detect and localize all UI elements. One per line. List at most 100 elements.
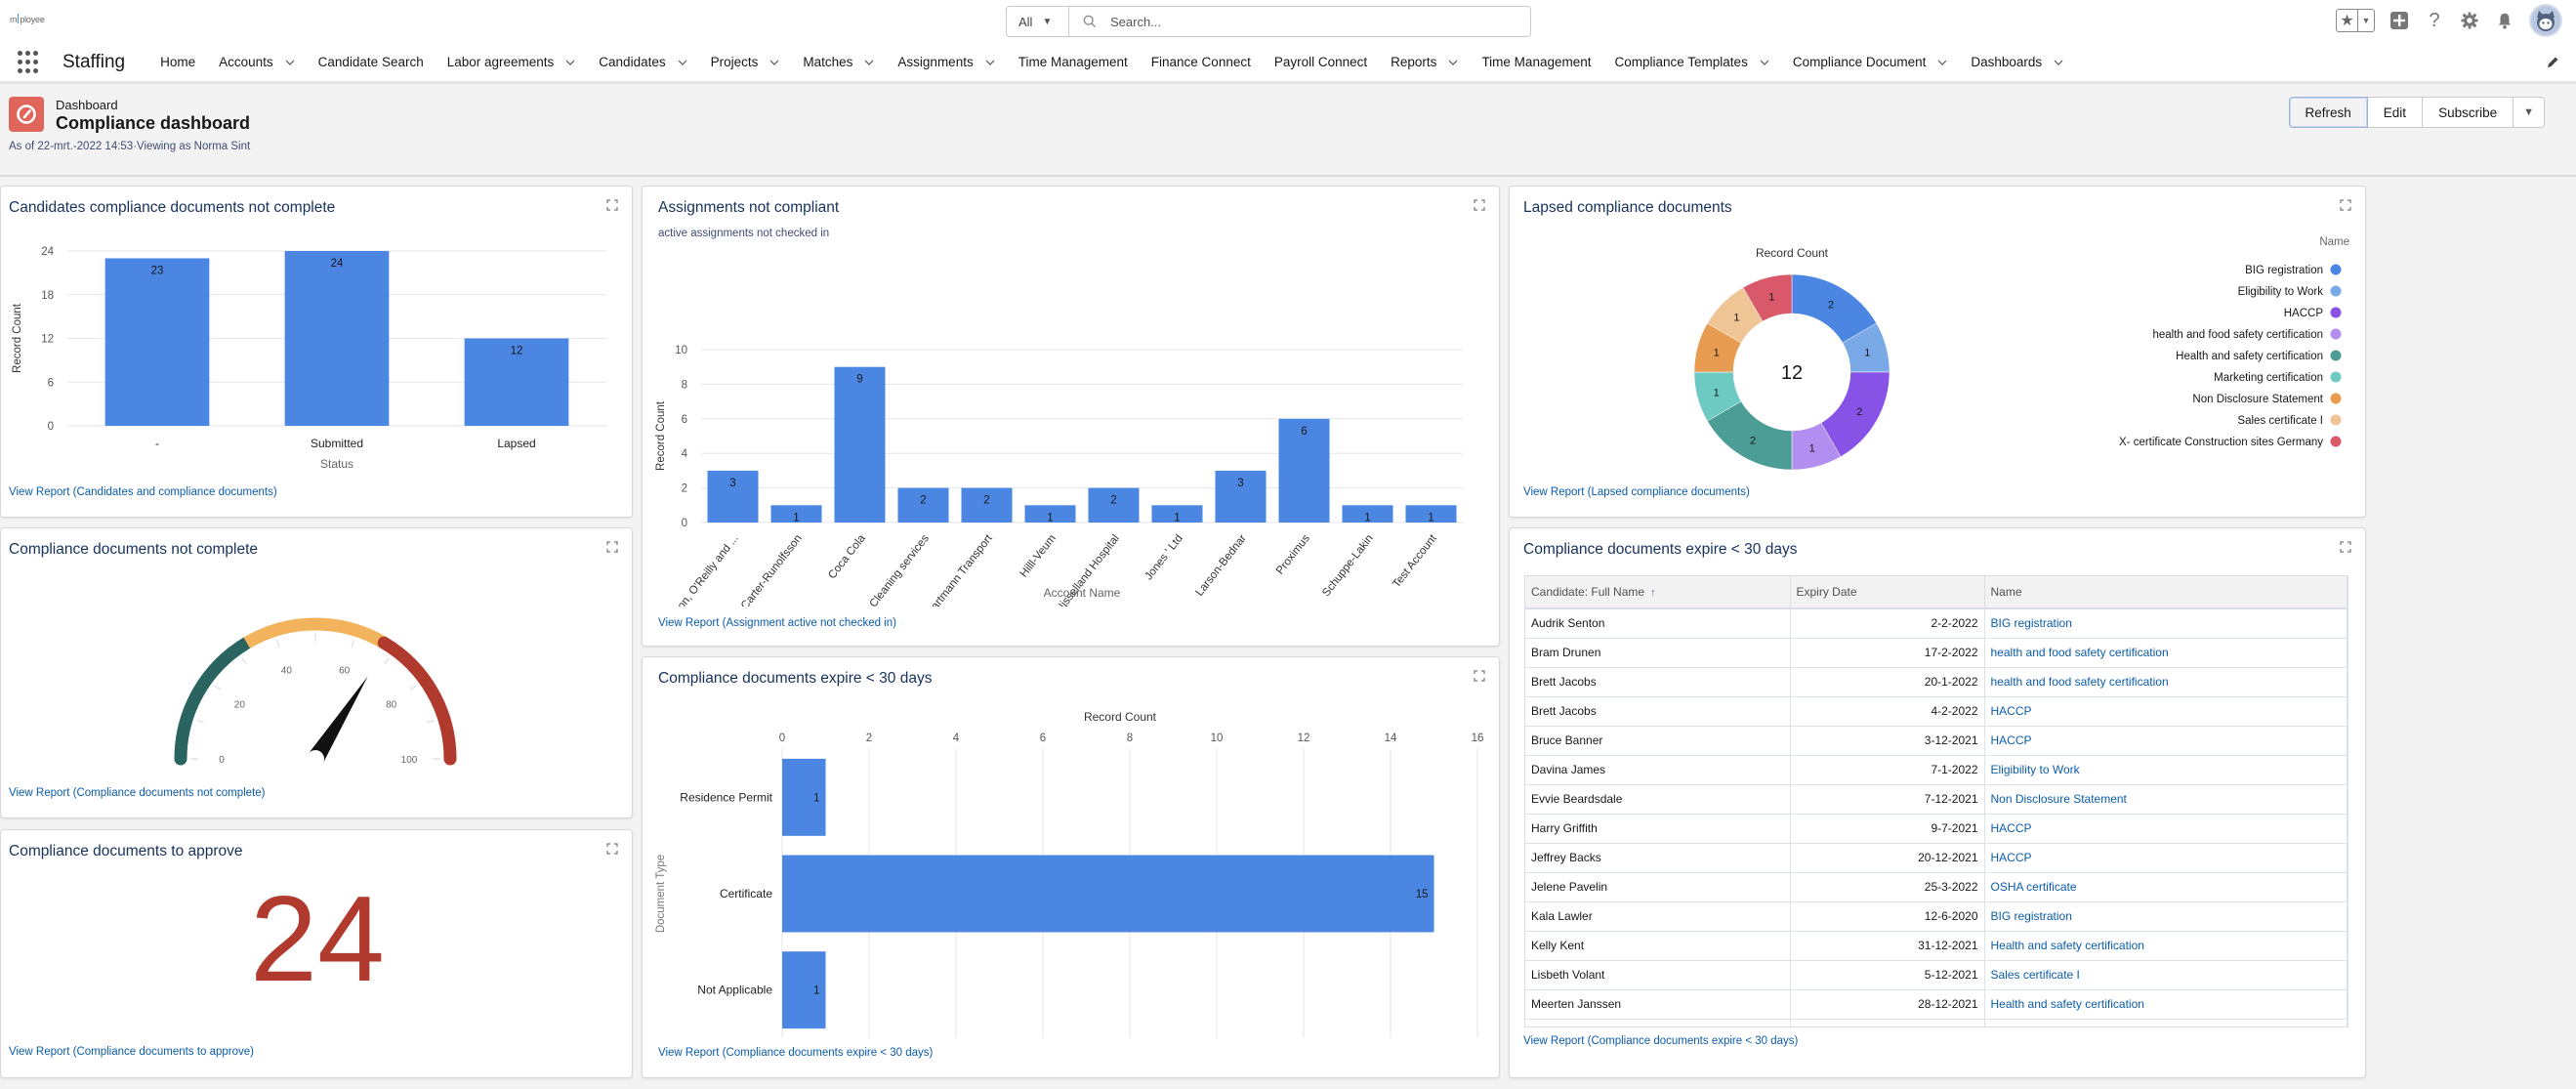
expand-icon[interactable] xyxy=(2340,199,2351,211)
nav-item-assignments[interactable]: Assignments xyxy=(886,43,1006,81)
chevron-down-icon[interactable] xyxy=(769,58,779,67)
search-input[interactable] xyxy=(1108,13,1479,30)
gauge-tick-label: 0 xyxy=(219,755,225,766)
help-icon[interactable]: ? xyxy=(2424,10,2445,31)
document-link[interactable]: HACCP xyxy=(1991,821,2032,835)
view-report-link[interactable]: View Report (Assignment active not check… xyxy=(658,617,896,629)
chevron-down-icon[interactable] xyxy=(678,58,687,67)
nav-item-matches[interactable]: Matches xyxy=(791,43,886,81)
slice-value-label: 1 xyxy=(1733,312,1739,323)
nav-item-label: Dashboards xyxy=(1971,55,2043,69)
y-tick-label: 12 xyxy=(41,334,54,346)
bar-value-label: 15 xyxy=(1416,889,1429,901)
chevron-down-icon[interactable] xyxy=(565,58,575,67)
view-report-link[interactable]: View Report (Compliance documents expire… xyxy=(658,1047,933,1059)
edit-nav-pencil-icon[interactable] xyxy=(2545,55,2560,70)
subscribe-button[interactable]: Subscribe xyxy=(2422,97,2514,128)
chevron-down-icon[interactable] xyxy=(985,58,995,67)
expand-icon[interactable] xyxy=(1474,199,1485,211)
view-report-link[interactable]: View Report (Compliance documents to app… xyxy=(9,1046,254,1058)
nav-item-label: Compliance Templates xyxy=(1614,55,1748,69)
chevron-down-icon[interactable] xyxy=(285,58,295,67)
view-report-link[interactable]: View Report (Compliance documents not co… xyxy=(9,787,266,799)
chart-lapsed: Record Count21212111112NameBIG registrat… xyxy=(1693,236,2349,471)
document-link[interactable]: Sales certificate I xyxy=(1991,968,2080,982)
table-row: Meerten Janssen 28-12-2021 Health and safe… xyxy=(1525,989,2347,1020)
column-header-full-name[interactable]: Candidate: Full Name ↑ xyxy=(1525,576,1791,609)
y-tick-label: 6 xyxy=(682,414,687,426)
nav-item-compliance-document[interactable]: Compliance Document xyxy=(1781,43,1960,81)
chevron-down-icon[interactable] xyxy=(1937,58,1947,67)
bar-value-label: 1 xyxy=(1364,512,1370,524)
x-tick-label: - xyxy=(155,437,159,450)
table-row: Jelene Pavelin 25-3-2022 OSHA certificate xyxy=(1525,872,2347,902)
column-header-name[interactable]: Name xyxy=(1984,576,2347,609)
y-tick-label: Not Applicable xyxy=(697,984,772,997)
table-row: Kala Lawler 12-6-2020 BIG registration xyxy=(1525,901,2347,932)
user-avatar[interactable] xyxy=(2529,4,2562,37)
expand-icon[interactable] xyxy=(1474,670,1485,682)
nav-item-finance-connect[interactable]: Finance Connect xyxy=(1140,43,1263,81)
table-row: Brett Jacobs 20-1-2022 health and food saf… xyxy=(1525,667,2347,697)
setup-gear-icon[interactable] xyxy=(2459,10,2480,31)
legend-label: Non Disclosure Statement xyxy=(2192,394,2323,405)
refresh-button[interactable]: Refresh xyxy=(2288,97,2368,128)
nav-item-compliance-templates[interactable]: Compliance Templates xyxy=(1603,43,1781,81)
cell-expiry-date: 12-6-2020 xyxy=(1790,901,1985,932)
nav-item-label: Accounts xyxy=(219,55,273,69)
bar-value-label: 9 xyxy=(856,374,862,386)
column-header-expiry-date[interactable]: Expiry Date xyxy=(1790,576,1985,609)
edit-button[interactable]: Edit xyxy=(2366,97,2424,128)
document-link[interactable]: OSHA certificate xyxy=(1991,880,2077,894)
expand-icon[interactable] xyxy=(2340,541,2351,553)
chevron-down-icon[interactable] xyxy=(1760,58,1769,67)
favorites-dropdown-icon[interactable]: ▼ xyxy=(2358,10,2374,31)
more-actions-dropdown[interactable]: ▼ xyxy=(2513,97,2545,128)
add-icon[interactable] xyxy=(2389,10,2410,31)
nav-item-candidates[interactable]: Candidates xyxy=(587,43,698,81)
nav-item-home[interactable]: Home xyxy=(148,43,207,81)
nav-item-time-management[interactable]: Time Management xyxy=(1007,43,1140,81)
nav-item-time-management[interactable]: Time Management xyxy=(1470,43,1602,81)
favorites-star-icon[interactable]: ★ xyxy=(2337,10,2358,31)
document-link[interactable]: HACCP xyxy=(1991,733,2032,747)
chevron-down-icon[interactable] xyxy=(2054,58,2063,67)
search-scope-select[interactable]: All ▼ xyxy=(1007,7,1069,36)
y-tick-label: 24 xyxy=(41,246,54,258)
chevron-down-icon[interactable] xyxy=(1448,58,1458,67)
document-link[interactable]: health and food safety certification xyxy=(1991,646,2169,659)
view-report-link[interactable]: View Report (Compliance documents expire… xyxy=(1523,1035,1798,1047)
widget-title: Candidates compliance documents not comp… xyxy=(9,199,336,216)
document-link[interactable]: HACCP xyxy=(1991,704,2032,718)
notifications-bell-icon[interactable] xyxy=(2494,10,2515,31)
document-link[interactable]: health and food safety certification xyxy=(1991,675,2169,689)
app-launcher-icon[interactable] xyxy=(18,50,41,74)
gauge-tick xyxy=(196,719,205,724)
expand-icon[interactable] xyxy=(606,843,618,855)
document-link[interactable]: Health and safety certification xyxy=(1991,997,2144,1011)
document-link[interactable]: Non Disclosure Statement xyxy=(1991,792,2127,806)
view-report-link[interactable]: View Report (Candidates and compliance d… xyxy=(9,486,277,498)
expand-icon[interactable] xyxy=(606,541,618,553)
document-link[interactable]: Health and safety certification xyxy=(1991,939,2144,952)
gauge-tick xyxy=(426,719,435,724)
document-link[interactable]: BIG registration xyxy=(1991,909,2072,923)
document-link[interactable]: BIG registration xyxy=(1991,616,2072,630)
chevron-down-icon[interactable] xyxy=(864,58,874,67)
document-link[interactable]: Eligibility to Work xyxy=(1991,763,2080,776)
x-tick-label: 12 xyxy=(1298,733,1310,744)
table-row: Davina James 7-1-2022 Eligibility to Work xyxy=(1525,755,2347,785)
nav-item-reports[interactable]: Reports xyxy=(1379,43,1470,81)
document-link[interactable]: HACCP xyxy=(1991,851,2032,864)
view-report-link[interactable]: View Report (Lapsed compliance documents… xyxy=(1523,486,1750,498)
nav-item-candidate-search[interactable]: Candidate Search xyxy=(307,43,436,81)
nav-item-labor-agreements[interactable]: Labor agreements xyxy=(436,43,588,81)
expire-table-scroll[interactable]: Candidate: Full Name ↑ Expiry Date Name A… xyxy=(1524,575,2348,1027)
expand-icon[interactable] xyxy=(606,199,618,211)
nav-item-payroll-connect[interactable]: Payroll Connect xyxy=(1263,43,1379,81)
cell-full-name: Harry Griffith xyxy=(1525,814,1791,844)
nav-item-accounts[interactable]: Accounts xyxy=(207,43,307,81)
nav-item-dashboards[interactable]: Dashboards xyxy=(1959,43,2075,81)
nav-item-projects[interactable]: Projects xyxy=(699,43,792,81)
legend-swatch xyxy=(2330,285,2342,297)
